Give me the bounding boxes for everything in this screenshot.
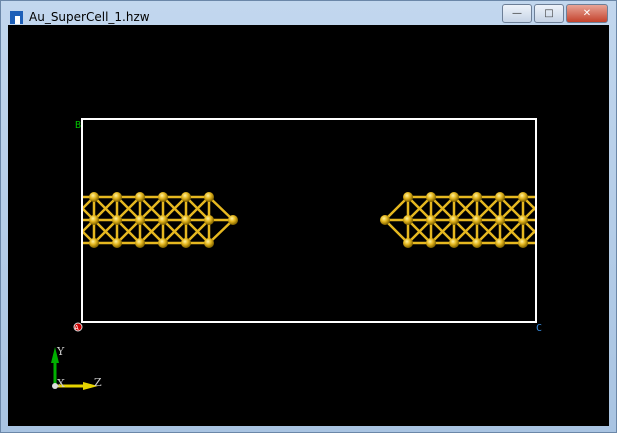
au-atom[interactable] <box>112 215 122 225</box>
au-atom[interactable] <box>204 192 214 202</box>
au-atom[interactable] <box>380 215 390 225</box>
au-atom[interactable] <box>135 192 145 202</box>
minimize-button[interactable]: — <box>502 4 532 23</box>
title-bar: Au_SuperCell_1.hzw <box>10 8 150 26</box>
au-atom[interactable] <box>89 238 99 248</box>
cell-label-c: C <box>536 323 542 334</box>
au-atom[interactable] <box>112 238 122 248</box>
au-atom[interactable] <box>181 238 191 248</box>
au-atom[interactable] <box>472 238 482 248</box>
au-atom[interactable] <box>449 238 459 248</box>
bonds <box>81 195 537 245</box>
axis-label-y: Y <box>56 345 65 358</box>
au-atom[interactable] <box>135 238 145 248</box>
app-window: Au_SuperCell_1.hzw — □ ✕ B A C Y X Z <box>0 0 617 433</box>
structure-scene: B A C Y X Z <box>51 118 542 390</box>
au-atom[interactable] <box>426 192 436 202</box>
au-atom[interactable] <box>449 192 459 202</box>
au-atom[interactable] <box>158 238 168 248</box>
au-atom[interactable] <box>204 238 214 248</box>
close-button[interactable]: ✕ <box>566 4 608 23</box>
axis-label-z: Z <box>94 376 102 389</box>
au-atom[interactable] <box>449 215 459 225</box>
au-atom[interactable] <box>158 192 168 202</box>
au-atom[interactable] <box>472 192 482 202</box>
au-atom[interactable] <box>89 215 99 225</box>
axis-triad: Y X Z <box>51 345 102 390</box>
cell-label-b: B <box>75 120 81 131</box>
au-atom[interactable] <box>89 192 99 202</box>
au-atom[interactable] <box>403 192 413 202</box>
au-atom[interactable] <box>181 215 191 225</box>
au-atom[interactable] <box>135 215 145 225</box>
au-atom[interactable] <box>495 238 505 248</box>
au-atom[interactable] <box>518 215 528 225</box>
maximize-button[interactable]: □ <box>534 4 564 23</box>
window-title: Au_SuperCell_1.hzw <box>29 10 150 24</box>
au-atom[interactable] <box>518 192 528 202</box>
au-atom[interactable] <box>472 215 482 225</box>
au-atom[interactable] <box>403 215 413 225</box>
au-atom[interactable] <box>495 215 505 225</box>
au-atom[interactable] <box>112 192 122 202</box>
au-atom[interactable] <box>495 192 505 202</box>
axis-label-x: X <box>57 377 65 390</box>
au-atom[interactable] <box>426 238 436 248</box>
au-atom[interactable] <box>426 215 436 225</box>
au-atom[interactable] <box>403 238 413 248</box>
au-atom[interactable] <box>228 215 238 225</box>
au-atom[interactable] <box>204 215 214 225</box>
structure-viewport[interactable]: B A C Y X Z <box>8 25 609 426</box>
app-icon <box>10 10 23 24</box>
au-atom[interactable] <box>158 215 168 225</box>
au-atom[interactable] <box>181 192 191 202</box>
au-atom[interactable] <box>518 238 528 248</box>
